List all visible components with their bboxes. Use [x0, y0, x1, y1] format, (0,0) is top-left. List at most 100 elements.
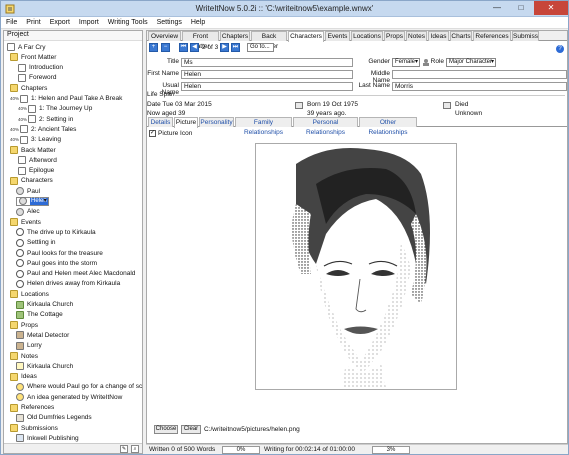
tree-item[interactable]: Notes [10, 351, 38, 361]
tab-ideas[interactable]: Ideas [428, 31, 449, 41]
tree-item[interactable]: Front Matter [10, 52, 56, 62]
edit-icon[interactable]: ✎ [120, 445, 128, 453]
remove-icon[interactable]: − [161, 43, 170, 52]
add-icon[interactable]: + [149, 43, 158, 52]
current-date: Date Tue 03 Mar 2015 [147, 101, 212, 108]
subtab-family-relationships[interactable]: Family Relationships [235, 117, 292, 136]
tab-front-matter[interactable]: Front Matter [182, 31, 219, 50]
close-button[interactable]: ✕ [534, 1, 568, 15]
tab-charts[interactable]: Charts [450, 31, 472, 41]
tab-characters[interactable]: Characters [288, 31, 324, 42]
tab-locations[interactable]: Locations [351, 31, 383, 41]
tree-item[interactable]: Back Matter [10, 145, 56, 155]
menu-import[interactable]: Import [74, 17, 103, 26]
tree-item-label: Lorry [27, 342, 42, 350]
tree-item[interactable]: Old Dumfries Legends [16, 413, 92, 423]
tree-item[interactable]: Introduction [18, 63, 63, 73]
tree-item[interactable]: Metal Detector [16, 330, 69, 340]
tree-item[interactable]: Paul and Helen meet Alec Macdonald [16, 269, 135, 279]
menu-print[interactable]: Print [21, 17, 44, 26]
current-age: Now aged 39 [147, 110, 186, 117]
tab-back-matter[interactable]: Back Matter [251, 31, 287, 50]
tree-item[interactable]: Settling in [16, 238, 56, 248]
subtab-other-relationships[interactable]: Other Relationships [359, 117, 417, 136]
tree-item[interactable]: Where would Paul go for a change of scen… [16, 382, 142, 392]
tree-item[interactable]: Afterword [18, 155, 57, 165]
first-record-icon[interactable]: ⏮ [179, 43, 188, 52]
usual-name-field[interactable]: Helen [181, 82, 353, 91]
project-tree[interactable]: A Far Cry Front Matter Introduction Forewor… [4, 41, 142, 443]
maximize-button[interactable]: □ [509, 1, 533, 15]
menu-writing-tools[interactable]: Writing Tools [103, 17, 152, 26]
tree-item[interactable]: Kirkaula Church [16, 300, 73, 310]
help-icon[interactable]: ? [556, 45, 564, 53]
role-select[interactable]: Major Character [446, 58, 496, 67]
tab-overview[interactable]: Overview [148, 31, 181, 41]
subtab-personality[interactable]: Personality [199, 117, 234, 127]
tree-item[interactable]: Foreword [18, 73, 56, 83]
tree-item[interactable]: Alec [16, 207, 40, 217]
tree-item[interactable]: 40% 1: The Journey Up [18, 104, 92, 114]
tree-item[interactable]: Props [10, 320, 38, 330]
tree-item[interactable]: Lorry [16, 341, 42, 351]
tree-item[interactable]: Characters [10, 176, 53, 186]
title-field[interactable]: Ms [181, 58, 353, 67]
last-record-icon[interactable]: ⏭ [231, 43, 240, 52]
menu-settings[interactable]: Settings [152, 17, 186, 26]
previous-record-icon[interactable]: ◀ [190, 43, 199, 52]
tree-item[interactable]: 40% 3: Leaving [10, 135, 61, 145]
tree-item[interactable]: Kirkaula Church [16, 361, 73, 371]
subtab-picture[interactable]: Picture [174, 117, 198, 128]
tree-item[interactable]: Paul [16, 186, 40, 196]
picture-icon-checkbox[interactable]: ✓ Picture Icon [149, 130, 192, 137]
tab-chapters[interactable]: Chapters [220, 31, 250, 41]
menu-help[interactable]: Help [186, 17, 209, 26]
tree-item[interactable]: Inkwell Publishing [16, 433, 79, 443]
tree-item[interactable]: Paul goes into the storm [16, 258, 97, 268]
tree-item[interactable]: 40% 1: Helen and Paul Take A Break [10, 94, 122, 104]
tree-item[interactable]: Locations [10, 289, 49, 299]
magnify-icon[interactable]: ⌕ [131, 445, 139, 453]
tree-item[interactable]: Events [10, 217, 41, 227]
tab-references[interactable]: References [473, 31, 511, 41]
tree-item-label: Paul [27, 187, 41, 195]
tree-item[interactable]: 40% 2: Setting in [18, 114, 73, 124]
gender-select[interactable]: Female [392, 58, 420, 67]
checkbox-icon[interactable]: ✓ [149, 130, 156, 137]
birth-calendar-icon[interactable] [295, 102, 303, 109]
death-calendar-icon[interactable] [443, 102, 451, 109]
tree-item[interactable]: A Far Cry [7, 42, 45, 52]
menu-export[interactable]: Export [45, 17, 74, 26]
tab-submiss[interactable]: Submiss [512, 31, 539, 41]
next-record-icon[interactable]: ▶ [220, 43, 229, 52]
tab-notes[interactable]: Notes [406, 31, 427, 41]
menu-file[interactable]: File [1, 17, 21, 26]
tree-item[interactable]: Submissions [10, 423, 58, 433]
first-name-field[interactable]: Helen [181, 70, 353, 79]
tree-item-label: 1: Helen and Paul Take A Break [31, 95, 123, 102]
tree-item[interactable]: Paul looks for the treasure [16, 248, 103, 258]
minimize-button[interactable]: — [485, 1, 509, 15]
tree-item[interactable]: Chapters [10, 83, 47, 93]
choose-button[interactable]: Choose [154, 425, 178, 434]
tree-item[interactable]: Ideas [10, 372, 37, 382]
subtab-personal-relationships[interactable]: Personal Relationships [293, 117, 358, 136]
tree-item[interactable]: The drive up to Kirkaula [16, 227, 96, 237]
tree-item[interactable]: 40% 2: Ancient Tales [10, 124, 76, 134]
tree-item[interactable]: Helen [16, 196, 49, 206]
goto-dropdown[interactable]: Go to... [247, 43, 274, 52]
middle-name-field[interactable] [392, 70, 567, 79]
tree-item-label: Submissions [21, 424, 58, 432]
tree-item[interactable]: The Cottage [16, 310, 63, 320]
life-span-header: Life Span [147, 91, 175, 98]
tree-item[interactable]: Epilogue [18, 166, 54, 176]
tab-events[interactable]: Events [325, 31, 350, 41]
last-name-field[interactable]: Morris [392, 82, 567, 91]
tree-item-label: Events [21, 218, 41, 226]
clear-button[interactable]: Clear [181, 425, 201, 434]
tab-props[interactable]: Props [384, 31, 405, 41]
tree-item[interactable]: An idea generated by WriteItNow [16, 392, 122, 402]
subtab-details[interactable]: Details [148, 117, 173, 127]
tree-item[interactable]: Helen drives away from Kirkaula [16, 279, 120, 289]
tree-item[interactable]: References [10, 403, 54, 413]
